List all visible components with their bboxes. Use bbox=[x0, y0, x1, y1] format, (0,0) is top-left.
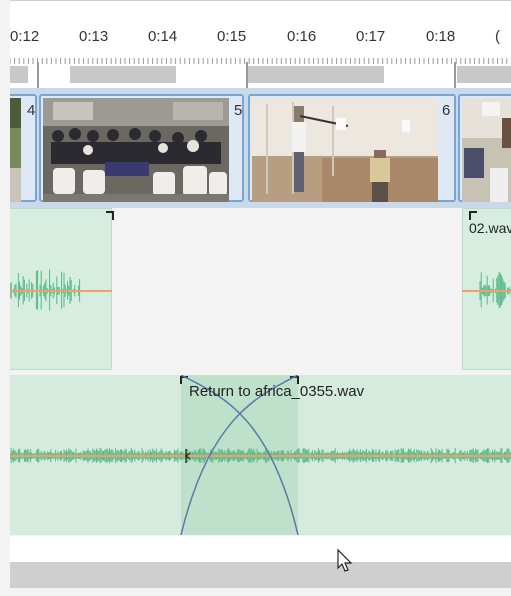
clip-boundary-marker bbox=[246, 62, 248, 88]
ruler-ticks bbox=[10, 58, 508, 64]
video-thumbnail bbox=[252, 98, 438, 202]
scrub-bar-segment[interactable] bbox=[70, 66, 176, 83]
audio-clip-name: Return to africa_0355.wav bbox=[189, 383, 365, 400]
audio-clip-name: 02.wav bbox=[469, 220, 511, 236]
audio-track-2: Return to africa_0355.wav bbox=[10, 375, 511, 535]
ruler-tick-label: 0:14 bbox=[148, 28, 178, 45]
video-track: 4 5 6 bbox=[10, 88, 511, 208]
clip-end-marker bbox=[106, 211, 114, 220]
clip-boundary-marker bbox=[37, 62, 39, 88]
scrub-bar-segment[interactable] bbox=[457, 66, 511, 83]
waveform bbox=[10, 269, 81, 311]
ruler-tick-label-partial: ( bbox=[495, 28, 500, 45]
audio-clip-overlay bbox=[10, 211, 114, 311]
video-thumbnail bbox=[462, 98, 511, 202]
ruler-tick-label: 0:13 bbox=[79, 28, 109, 45]
mouse-cursor-icon bbox=[337, 548, 353, 572]
ruler-tick-label: 0:16 bbox=[287, 28, 317, 45]
video-thumbnail bbox=[43, 98, 229, 202]
clip-start-marker bbox=[469, 211, 477, 220]
video-thumbnail bbox=[10, 98, 21, 202]
scrub-bar-segment[interactable] bbox=[10, 66, 28, 83]
left-gutter bbox=[0, 0, 10, 596]
clip-number: 6 bbox=[442, 102, 451, 119]
clip-boundary-marker bbox=[454, 62, 456, 88]
timeline-ruler[interactable]: 0:12 0:13 0:14 0:15 0:16 0:17 0:18 ( bbox=[10, 0, 511, 88]
clip-number: 4 bbox=[27, 102, 36, 119]
ruler-top-border bbox=[10, 0, 511, 1]
scrub-bar-segment[interactable] bbox=[248, 66, 384, 83]
horizontal-scrollbar[interactable] bbox=[10, 562, 511, 588]
audio-track-1: 02.wav bbox=[10, 208, 511, 374]
empty-track-area bbox=[10, 536, 511, 562]
ruler-tick-label: 0:18 bbox=[426, 28, 456, 45]
clip-number: 5 bbox=[234, 102, 243, 119]
ruler-tick-label: 0:12 bbox=[10, 28, 40, 45]
ruler-tick-label: 0:17 bbox=[356, 28, 386, 45]
ruler-tick-label: 0:15 bbox=[217, 28, 247, 45]
